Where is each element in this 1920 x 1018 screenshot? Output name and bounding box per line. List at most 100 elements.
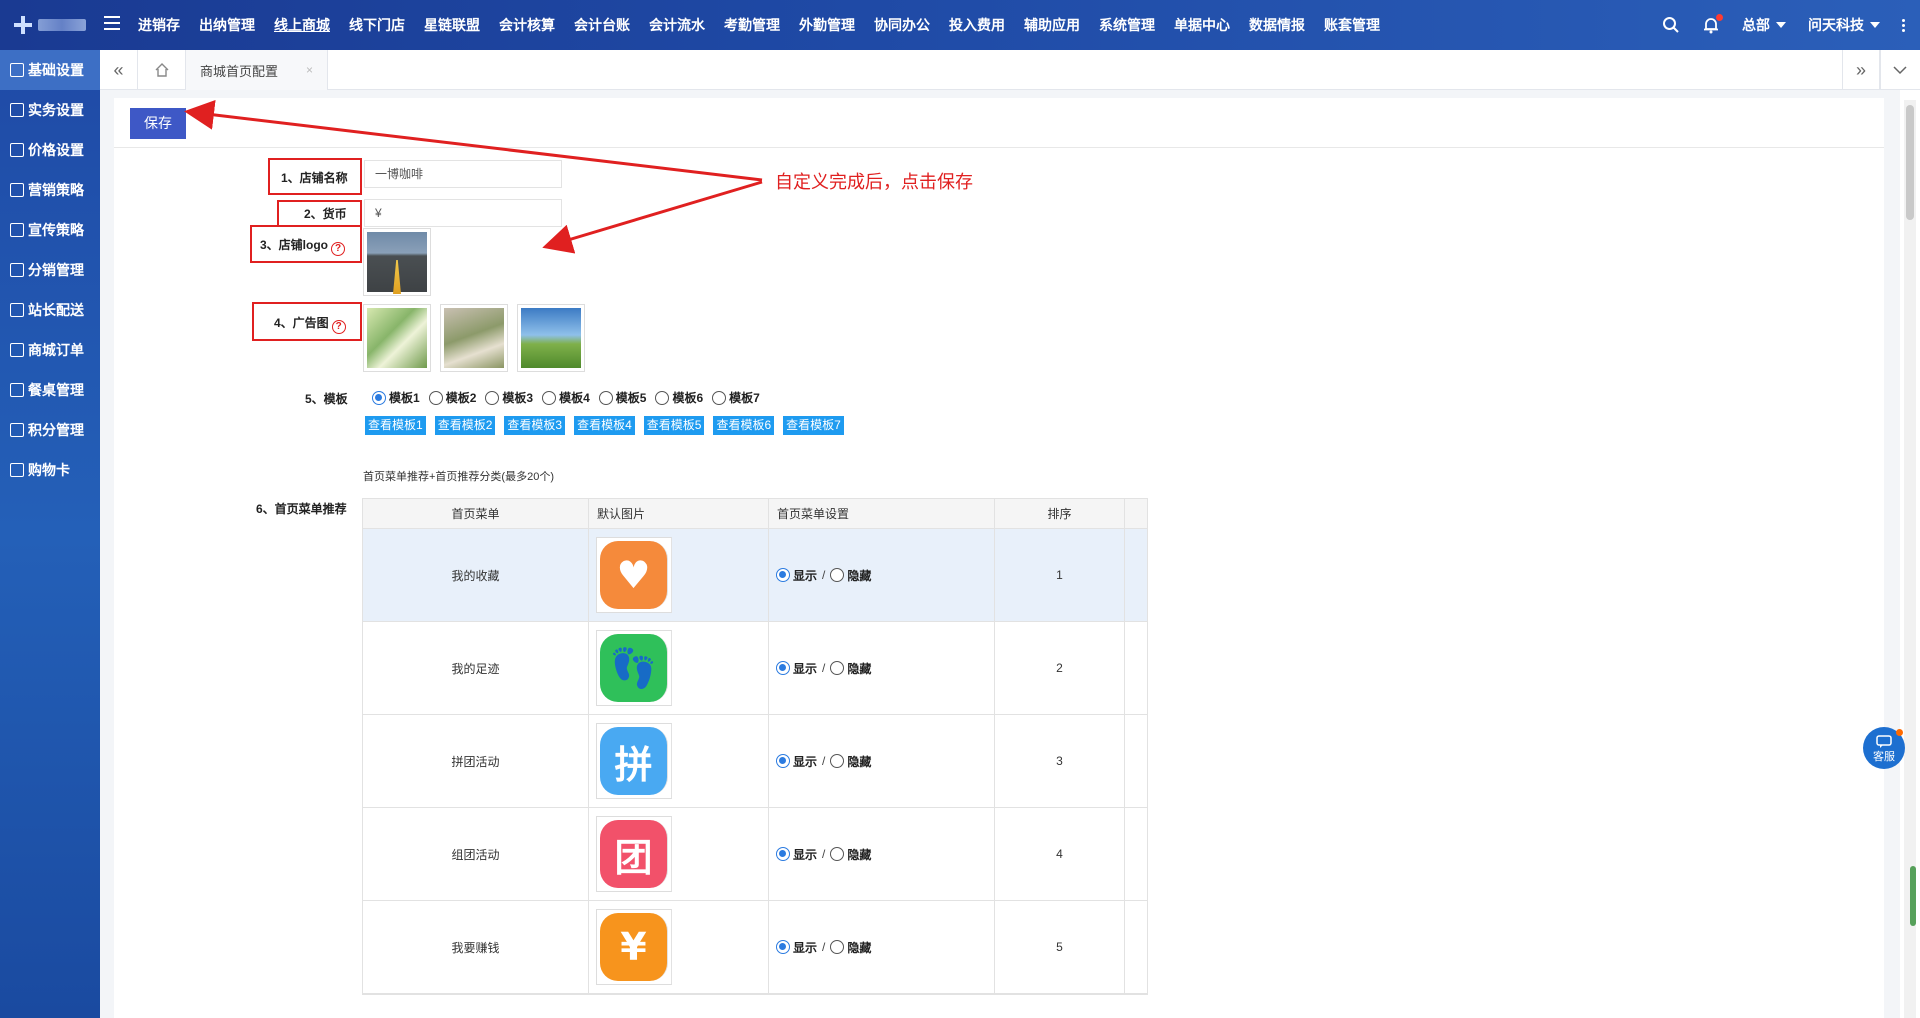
sidebar-item-10[interactable]: 购物卡 [0,450,100,490]
radio-circle[interactable] [712,390,727,405]
sidebar-item-7[interactable]: 商城订单 [0,330,100,370]
nav-item-11[interactable]: 投入费用 [943,0,1011,50]
sidebar-item-8[interactable]: 餐桌管理 [0,370,100,410]
sidebar-item-3[interactable]: 营销策略 [0,170,100,210]
nav-item-15[interactable]: 数据情报 [1243,0,1311,50]
table-row[interactable]: 组团活动团 显示 / 隐藏 4 [363,808,1147,901]
sidebar-item-4[interactable]: 宣传策略 [0,210,100,250]
radio-circle[interactable] [428,390,443,405]
radio-circle[interactable] [485,390,500,405]
nav-item-12[interactable]: 辅助应用 [1018,0,1086,50]
customer-service-button[interactable]: 客服 [1863,727,1905,769]
nav-item-4[interactable]: 星链联盟 [418,0,486,50]
menu-image[interactable]: 拼 [596,723,672,799]
currency-input[interactable]: ¥ [364,199,562,227]
template-radio-3[interactable]: 模板3 [485,389,533,406]
ad-image-2[interactable] [440,304,508,372]
radio-circle[interactable] [655,390,670,405]
bell-icon[interactable] [1702,14,1723,34]
sidebar-item-0[interactable]: 基础设置 [0,50,100,90]
hide-radio[interactable] [830,568,845,582]
hide-radio[interactable] [830,940,845,954]
tab-menu-chevron-down-icon[interactable] [1880,50,1918,90]
nav-item-10[interactable]: 协同办公 [868,0,936,50]
view-template-button-1[interactable]: 查看模板1 [365,416,426,435]
template-radio-6[interactable]: 模板6 [655,389,703,406]
menu-image[interactable]: 👣 [596,630,672,706]
scroll-tabs-left-icon[interactable]: « [100,50,138,90]
heart-icon: ♥ [600,541,668,609]
nav-item-16[interactable]: 账套管理 [1318,0,1386,50]
table-row[interactable]: 我要赚钱 ¥ 显示 / 隐藏 5 [363,901,1147,994]
sidebar-item-label: 价格设置 [28,142,84,158]
menu-image[interactable]: ♥ [596,537,672,613]
store-name-input[interactable]: 一博咖啡 [364,160,562,188]
nav-item-9[interactable]: 外勤管理 [793,0,861,50]
view-template-button-3[interactable]: 查看模板3 [504,416,566,435]
hide-radio[interactable] [830,847,845,861]
branch-dropdown[interactable]: 总部 [1742,15,1786,35]
ad-image-1[interactable] [363,304,431,372]
radio-circle[interactable] [542,390,557,405]
table-row[interactable]: 我的收藏 ♥ 显示 / 隐藏 1 [363,529,1147,622]
sidebar-item-5[interactable]: 分销管理 [0,250,100,290]
help-icon[interactable]: ? [331,242,345,256]
sidebar-item-label: 购物卡 [28,462,70,478]
show-radio[interactable] [776,940,790,954]
show-radio[interactable] [776,568,790,582]
radio-circle[interactable] [598,390,613,405]
view-template-button-2[interactable]: 查看模板2 [434,416,496,435]
menu-image[interactable]: ¥ [596,909,672,985]
store-logo-image[interactable] [363,228,431,296]
tab-shop-home-config[interactable]: 商城首页配置 × [186,50,328,90]
menu-name: 组团活动 [363,808,589,900]
help-icon[interactable]: ? [331,320,346,334]
table-row[interactable]: 我的足迹 👣 显示 / 隐藏 2 [363,622,1147,715]
template-radio-4[interactable]: 模板4 [542,389,590,406]
view-template-button-7[interactable]: 查看模板7 [783,416,844,435]
template-radio-7[interactable]: 模板7 [712,389,760,406]
radio-circle[interactable] [372,390,386,405]
search-icon[interactable] [1662,16,1680,34]
secondary-scroll-indicator[interactable] [1910,866,1916,926]
template-radio-1[interactable]: 模板1 [372,389,420,406]
row-spacer [1125,529,1147,621]
menu-order: 2 [995,622,1125,714]
save-button[interactable]: 保存 [130,108,186,139]
menu-toggle-icon[interactable] [104,16,120,32]
template-radio-5[interactable]: 模板5 [598,389,646,406]
view-template-button-4[interactable]: 查看模板4 [574,416,635,435]
template-radio-2[interactable]: 模板2 [428,389,476,406]
nav-item-8[interactable]: 考勤管理 [718,0,786,50]
nav-item-6[interactable]: 会计台账 [568,0,636,50]
nav-item-2[interactable]: 线上商城 [268,0,336,50]
sidebar-item-6[interactable]: 站长配送 [0,290,100,330]
sidebar: 基础设置 实务设置价格设置营销策略 宣传策略 分销管理 站长配送 商城订单 餐桌管理 积分管理… [0,50,100,1018]
company-dropdown[interactable]: 问天科技 [1808,15,1880,35]
view-template-button-5[interactable]: 查看模板5 [643,416,705,435]
hide-radio[interactable] [830,754,845,768]
sidebar-item-9[interactable]: 积分管理 [0,410,100,450]
sidebar-item-1[interactable]: 实务设置 [0,90,100,130]
nav-item-5[interactable]: 会计核算 [493,0,561,50]
nav-item-13[interactable]: 系统管理 [1093,0,1161,50]
nav-item-3[interactable]: 线下门店 [343,0,411,50]
show-radio[interactable] [776,847,790,861]
nav-item-7[interactable]: 会计流水 [643,0,711,50]
more-vertical-icon[interactable] [1902,17,1906,34]
home-icon[interactable] [138,50,186,90]
scroll-tabs-right-icon[interactable]: » [1842,50,1880,90]
nav-item-1[interactable]: 出纳管理 [193,0,261,50]
show-radio[interactable] [776,754,790,768]
table-row[interactable]: 拼团活动拼 显示 / 隐藏 3 [363,715,1147,808]
menu-image-cell: 👣 [589,622,769,714]
hide-radio[interactable] [830,661,845,675]
view-template-button-6[interactable]: 查看模板6 [713,416,775,435]
nav-item-0[interactable]: 进销存 [132,0,186,50]
nav-item-14[interactable]: 单据中心 [1168,0,1236,50]
menu-image[interactable]: 团 [596,816,672,892]
close-tab-icon[interactable]: × [306,63,313,77]
sidebar-item-2[interactable]: 价格设置 [0,130,100,170]
ad-image-3[interactable] [517,304,585,372]
show-radio[interactable] [776,661,790,675]
